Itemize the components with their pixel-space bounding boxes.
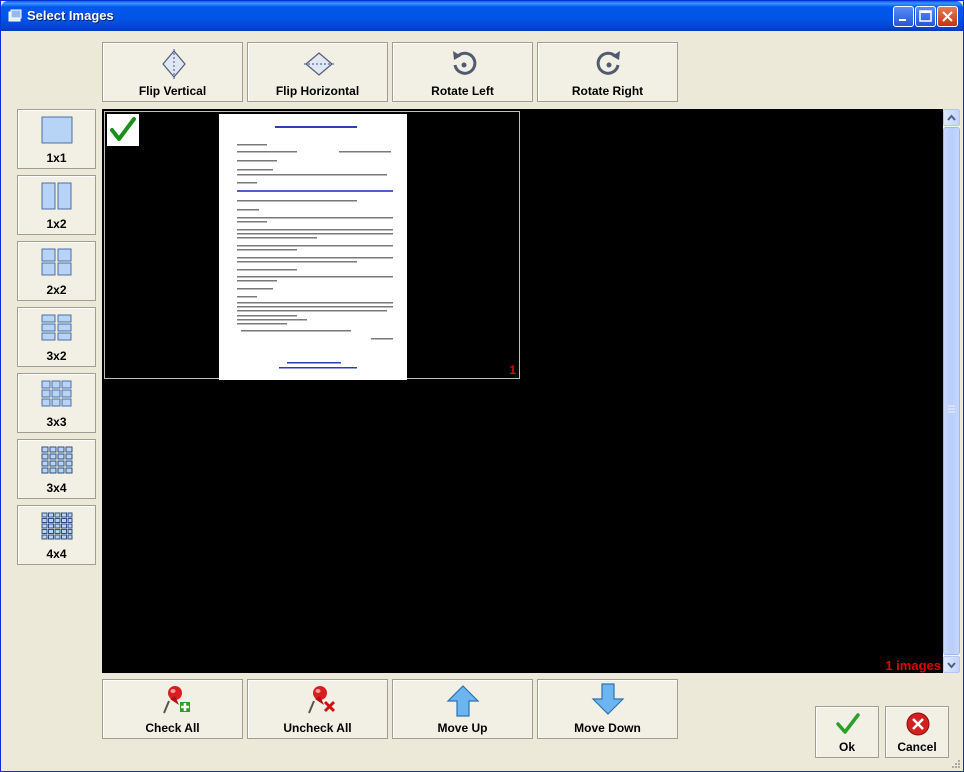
layout-3x2-icon [41, 314, 72, 341]
page-number: 1 [509, 363, 516, 377]
layout-3x2-label: 3x2 [46, 349, 67, 363]
arrow-down-icon [591, 683, 625, 715]
move-up-label: Move Up [437, 721, 488, 735]
arrow-up-icon [446, 685, 480, 717]
minimize-icon [899, 19, 906, 21]
ok-check-icon [836, 713, 860, 734]
layout-3x4-button[interactable]: 3x4 [17, 439, 96, 499]
document-preview-lines [237, 126, 393, 369]
layout-2x2-label: 2x2 [46, 283, 67, 297]
close-icon [942, 11, 953, 22]
maximize-button[interactable] [915, 6, 936, 27]
cancel-icon [906, 712, 930, 736]
scroll-up-button[interactable] [943, 109, 960, 126]
rotate-left-icon [453, 51, 477, 75]
resize-grip-icon[interactable] [949, 757, 961, 769]
app-icon [8, 9, 22, 22]
move-up-button[interactable]: Move Up [392, 679, 533, 739]
rotate-right-icon [596, 51, 620, 75]
flip-horizontal-button[interactable]: Flip Horizontal [247, 42, 388, 102]
maximize-icon [919, 10, 932, 22]
layout-3x3-label: 3x3 [46, 415, 67, 429]
scroll-down-button[interactable] [943, 656, 960, 673]
layout-1x2-label: 1x2 [46, 217, 67, 231]
layout-4x4-label: 4x4 [46, 547, 67, 561]
grip-icon [948, 405, 955, 413]
pushpin-remove-icon [308, 686, 336, 714]
scroll-thumb[interactable] [943, 127, 960, 655]
thumbnail-checkbox[interactable] [107, 114, 139, 146]
chevron-up-icon [947, 114, 956, 121]
select-images-window: Select Images Flip Vertical Flip Horizon… [0, 0, 964, 772]
layout-4x4-icon [41, 512, 73, 540]
close-button[interactable] [937, 6, 958, 27]
flip-horizontal-label: Flip Horizontal [275, 84, 360, 98]
image-count: 1 images [885, 658, 941, 673]
uncheck-all-label: Uncheck All [283, 721, 352, 735]
ok-label: Ok [838, 740, 855, 754]
layout-1x2-button[interactable]: 1x2 [17, 175, 96, 235]
layout-4x4-button[interactable]: 4x4 [17, 505, 96, 565]
checkmark-icon [110, 117, 136, 141]
rotate-right-label: Rotate Right [571, 84, 644, 98]
minimize-button[interactable] [893, 6, 914, 27]
layout-2x2-icon [41, 248, 72, 276]
flip-vertical-icon [162, 49, 186, 79]
layout-1x1-label: 1x1 [46, 151, 67, 165]
check-all-label: Check All [145, 721, 200, 735]
layout-1x1-button[interactable]: 1x1 [17, 109, 96, 169]
rotate-right-button[interactable]: Rotate Right [537, 42, 678, 102]
layout-3x4-label: 3x4 [46, 481, 67, 495]
rotate-left-label: Rotate Left [431, 84, 494, 98]
flip-vertical-button[interactable]: Flip Vertical [102, 42, 243, 102]
move-down-label: Move Down [574, 721, 641, 735]
layout-1x1-icon [41, 116, 73, 144]
check-all-button[interactable]: Check All [102, 679, 243, 739]
layout-3x3-button[interactable]: 3x3 [17, 373, 96, 433]
cancel-button[interactable]: Cancel [885, 706, 949, 758]
pushpin-add-icon [163, 686, 190, 714]
chevron-down-icon [947, 662, 956, 669]
vertical-scrollbar[interactable] [943, 109, 960, 673]
window-title: Select Images [27, 8, 114, 23]
cancel-label: Cancel [897, 740, 937, 754]
uncheck-all-button[interactable]: Uncheck All [247, 679, 388, 739]
title-bar[interactable]: Select Images [1, 1, 963, 31]
flip-vertical-label: Flip Vertical [138, 84, 207, 98]
rotate-left-button[interactable]: Rotate Left [392, 42, 533, 102]
layout-3x4-icon [41, 446, 73, 474]
image-viewer[interactable]: 1 1 images [102, 109, 943, 673]
layout-2x2-button[interactable]: 2x2 [17, 241, 96, 301]
layout-1x2-icon [41, 182, 72, 210]
layout-3x3-icon [41, 380, 72, 407]
move-down-button[interactable]: Move Down [537, 679, 678, 739]
image-thumbnail[interactable]: 1 [104, 111, 520, 380]
layout-3x2-button[interactable]: 3x2 [17, 307, 96, 367]
ok-button[interactable]: Ok [815, 706, 879, 758]
flip-horizontal-icon [304, 52, 334, 76]
document-page-preview [219, 114, 407, 380]
